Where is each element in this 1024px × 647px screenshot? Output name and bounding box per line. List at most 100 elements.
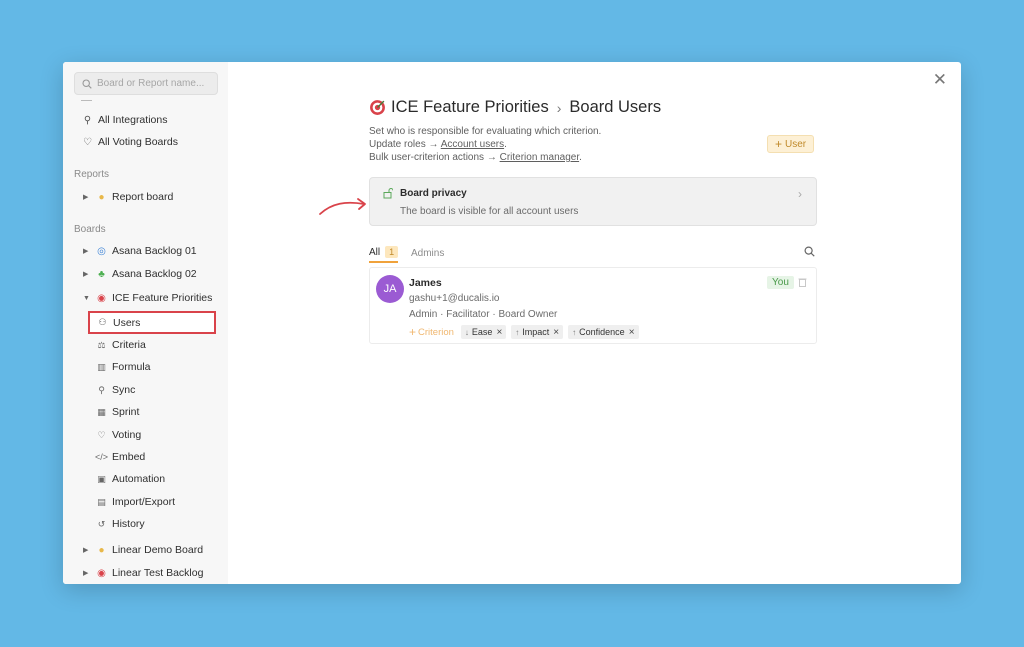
description-text: .	[579, 152, 582, 163]
add-user-button[interactable]: + User	[767, 135, 815, 153]
target-icon	[370, 100, 385, 115]
remove-icon[interactable]: ×	[629, 327, 635, 338]
sidebar-item-label: All Voting Boards	[98, 136, 178, 148]
page-title: ICE Feature Priorities › Board Users	[369, 98, 661, 117]
sidebar-item-asana-backlog-02[interactable]: ▶ ♣ Asana Backlog 02	[83, 265, 197, 283]
add-criterion-button[interactable]: + Criterion	[409, 325, 454, 339]
description-text: .	[504, 139, 507, 150]
sidebar-subitem-formula[interactable]: ▥ Formula	[89, 358, 215, 376]
plug-icon: ⚲	[98, 384, 105, 395]
sidebar-item-linear-demo-board[interactable]: ▶ ● Linear Demo Board	[83, 541, 203, 559]
sidebar-subitem-label: Embed	[112, 451, 146, 463]
description-line: Bulk user-criterion actions → Criterion …	[369, 151, 601, 164]
board-privacy-card[interactable]: Board privacy The board is visible for a…	[369, 177, 817, 226]
sidebar-item-label: All Integrations	[98, 114, 168, 126]
close-icon[interactable]: ✕	[933, 71, 947, 88]
sidebar-item-label: Linear Demo Board	[112, 544, 204, 556]
privacy-title: Board privacy	[400, 188, 467, 199]
csv-icon: ▤	[97, 496, 106, 507]
account-users-link[interactable]: Account users	[441, 139, 504, 150]
target-icon: ◉	[97, 567, 106, 579]
sidebar-subitem-sprint[interactable]: ▦ Sprint	[89, 403, 215, 421]
bulb-icon: ♡	[97, 429, 106, 440]
you-badge: You	[767, 276, 794, 289]
criterion-label: Confidence	[579, 327, 625, 337]
remove-icon[interactable]: ×	[496, 327, 502, 338]
sidebar-item-label: Asana Backlog 02	[112, 268, 197, 280]
sidebar-item-all-voting-boards[interactable]: ♡ All Voting Boards	[81, 133, 178, 151]
remove-icon[interactable]: ×	[553, 327, 559, 338]
trash-icon[interactable]	[798, 277, 807, 290]
sidebar: ⚲ All Integrations ♡ All Voting Boards R…	[63, 62, 228, 584]
caret-right-icon: ▶	[83, 271, 89, 278]
plug-icon: ⚲	[83, 114, 92, 126]
sidebar-subitem-label: Voting	[112, 429, 142, 441]
app-window: ⚲ All Integrations ♡ All Voting Boards R…	[63, 62, 961, 584]
user-card: JA James gashu+1@ducalis.io Admin · Faci…	[369, 267, 817, 344]
sidebar-subitem-criteria[interactable]: ⚖ Criteria	[89, 336, 215, 354]
criterion-label: Ease	[471, 327, 493, 337]
plus-icon: +	[409, 325, 417, 339]
sidebar-subitem-label: Sync	[112, 384, 136, 396]
criteria-chips: + Criterion ↓ Ease × ↑ Impact × ↑ Confid…	[409, 325, 644, 339]
bulb-icon: ♡	[83, 136, 92, 148]
privacy-subtitle: The board is visible for all account use…	[400, 206, 579, 217]
sidebar-subitem-embed[interactable]: </> Embed	[89, 448, 215, 466]
calendar-icon: ▦	[97, 406, 106, 417]
users-icon: ⚇	[98, 317, 107, 327]
sidebar-subitem-history[interactable]: ↺ History	[89, 515, 215, 533]
sidebar-item-linear-test-backlog[interactable]: ▶ ◉ Linear Test Backlog	[83, 564, 203, 582]
sidebar-item-report-board[interactable]: ▶ ● Report board	[83, 188, 173, 206]
sidebar-subitem-automation[interactable]: ▣ Automation	[89, 470, 215, 488]
add-user-label: User	[785, 138, 807, 150]
user-email: gashu+1@ducalis.io	[409, 293, 500, 304]
description-text: Update roles →	[369, 139, 441, 150]
sidebar-item-label: ICE Feature Priorities	[112, 292, 213, 304]
history-icon: ↺	[97, 518, 106, 529]
sidebar-subitem-import-export[interactable]: ▤ Import/Export	[89, 493, 215, 511]
user-name: James	[409, 277, 442, 289]
caret-right-icon: ▶	[83, 547, 89, 554]
sidebar-subitem-label: Import/Export	[112, 496, 176, 508]
unlock-icon	[383, 188, 394, 202]
criteria-icon: ⚖	[97, 339, 106, 350]
sidebar-item-ice-feature-priorities[interactable]: ▼ ◉ ICE Feature Priorities	[83, 289, 212, 307]
caret-right-icon: ▶	[83, 248, 89, 255]
tab-all[interactable]: All 1	[369, 243, 399, 263]
sidebar-subitem-voting[interactable]: ♡ Voting	[89, 426, 215, 444]
breadcrumb-separator: ›	[556, 99, 562, 116]
sidebar-divider	[81, 100, 92, 101]
sidebar-subitem-label: Sprint	[112, 406, 140, 418]
description-text: Bulk user-criterion actions →	[369, 152, 500, 163]
description-line: Set who is responsible for evaluating wh…	[369, 126, 602, 137]
arrow-up-icon: ↑	[515, 327, 520, 337]
sidebar-item-all-integrations[interactable]: ⚲ All Integrations	[81, 111, 168, 129]
target-icon: ◉	[97, 292, 106, 304]
sidebar-subitem-label: Users	[113, 316, 141, 329]
tab-admins[interactable]: Admins	[411, 243, 444, 263]
swirl-icon: ◎	[97, 245, 106, 257]
sidebar-item-asana-backlog-01[interactable]: ▶ ◎ Asana Backlog 01	[83, 242, 197, 260]
sidebar-subitem-label: Criteria	[112, 339, 146, 351]
criterion-chip-confidence: ↑ Confidence ×	[568, 325, 639, 339]
tab-count-badge: 1	[385, 246, 399, 258]
sidebar-subitem-sync[interactable]: ⚲ Sync	[89, 381, 215, 399]
criterion-manager-link[interactable]: Criterion manager	[500, 152, 579, 163]
search-icon[interactable]	[804, 246, 815, 260]
criterion-chip-impact: ↑ Impact ×	[511, 325, 564, 339]
criterion-chip-ease: ↓ Ease ×	[460, 325, 507, 339]
criterion-label: Impact	[522, 327, 550, 337]
breadcrumb-board[interactable]: ICE Feature Priorities	[391, 98, 549, 117]
board-search[interactable]	[74, 72, 218, 95]
search-input[interactable]	[97, 78, 215, 89]
page-description: Set who is responsible for evaluating wh…	[369, 125, 601, 164]
arrow-up-icon: ↑	[572, 327, 577, 337]
formula-icon: ▥	[97, 361, 106, 372]
sidebar-subitem-label: History	[112, 518, 145, 530]
user-tabs: All 1 Admins	[369, 243, 817, 265]
search-icon	[82, 78, 92, 89]
sidebar-subitem-label: Automation	[112, 473, 166, 485]
caret-down-icon: ▼	[83, 294, 90, 302]
sidebar-subitem-users[interactable]: ⚇ Users	[88, 311, 216, 334]
boards-heading: Boards	[74, 224, 106, 235]
